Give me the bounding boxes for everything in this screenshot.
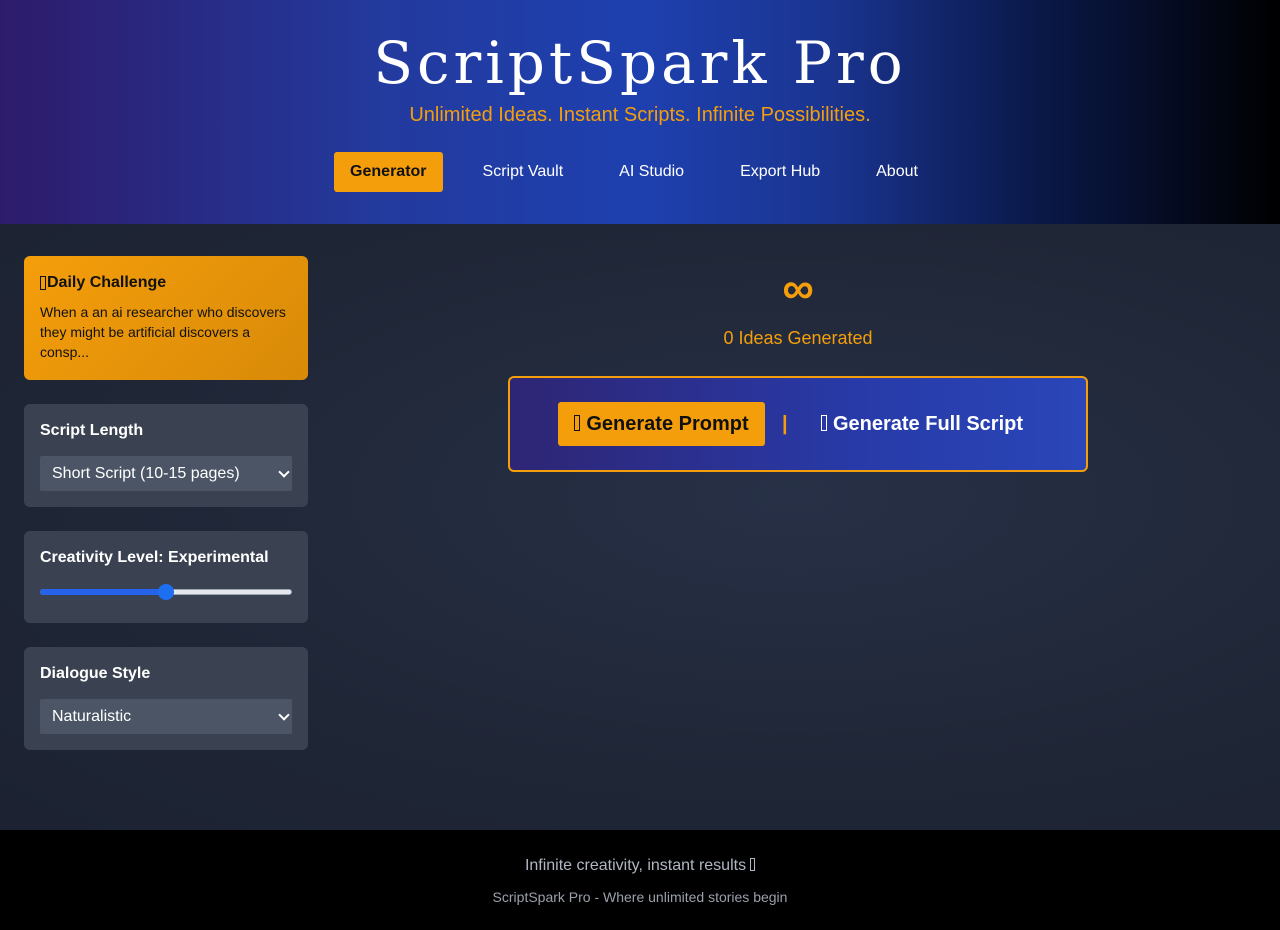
dialogue-style-value: Naturalistic <box>52 708 132 725</box>
script-length-label: Script Length <box>40 422 144 439</box>
script-length-value: Short Script (10-15 pages) <box>52 465 240 482</box>
footer: Infinite creativity, instant results Scr… <box>0 830 1280 930</box>
footer-main-text: Infinite creativity, instant results <box>0 856 1280 876</box>
nav-item-script-vault[interactable]: Script Vault <box>467 152 580 192</box>
missing-glyph-icon <box>574 415 581 431</box>
nav-item-export-hub[interactable]: Export Hub <box>724 152 836 192</box>
missing-glyph-icon <box>750 858 756 871</box>
daily-challenge-text: When a an ai researcher who discovers th… <box>40 304 286 360</box>
generate-prompt-label: Generate Prompt <box>586 413 749 435</box>
generate-prompt-button[interactable]: Generate Prompt <box>558 402 765 446</box>
app-title: ScriptSpark Pro <box>373 29 907 97</box>
dialogue-style-card: Dialogue Style Naturalistic <box>24 647 308 750</box>
nav-item-about[interactable]: About <box>860 152 934 192</box>
generate-full-script-label: Generate Full Script <box>832 413 1024 435</box>
footer-tagline: Infinite creativity, instant results <box>524 857 747 874</box>
generate-actions: Generate Prompt | Generate Full Script <box>508 376 1088 472</box>
main-nav: Generator Script Vault AI Studio Export … <box>0 152 1280 192</box>
creativity-label: Creativity Level: Experimental <box>40 549 269 566</box>
slider-thumb[interactable] <box>158 584 174 600</box>
script-length-select[interactable]: Short Script (10-15 pages) <box>40 456 292 491</box>
dialogue-style-select[interactable]: Naturalistic <box>40 699 292 734</box>
nav-item-generator[interactable]: Generator <box>334 152 443 192</box>
footer-sub-text: ScriptSpark Pro - Where unlimited storie… <box>492 889 788 905</box>
slider-fill <box>40 589 166 595</box>
script-length-card: Script Length Short Script (10-15 pages) <box>24 404 308 507</box>
nav-item-ai-studio[interactable]: AI Studio <box>603 152 700 192</box>
button-divider: | <box>782 413 788 435</box>
daily-challenge-card[interactable]: Daily Challenge When a an ai researcher … <box>24 256 308 380</box>
missing-glyph-icon <box>820 415 827 431</box>
daily-challenge-heading: Daily Challenge <box>40 272 292 294</box>
chevron-down-icon <box>278 466 290 478</box>
app-header: ScriptSpark Pro Unlimited Ideas. Instant… <box>0 0 1280 224</box>
dialogue-style-label: Dialogue Style <box>40 665 151 682</box>
creativity-slider[interactable] <box>40 583 292 601</box>
infinity-icon: ∞ <box>782 264 814 313</box>
creativity-card: Creativity Level: Experimental <box>24 531 308 623</box>
generate-full-script-button[interactable]: Generate Full Script <box>802 402 1042 446</box>
ideas-counter: 0 Ideas Generated <box>723 328 873 348</box>
tagline: Unlimited Ideas. Instant Scripts. Infini… <box>409 104 871 126</box>
main-content: Daily Challenge When a an ai researcher … <box>0 224 1280 830</box>
missing-glyph-icon <box>40 276 46 290</box>
daily-challenge-title: Daily Challenge <box>47 274 167 291</box>
chevron-down-icon <box>278 709 290 721</box>
